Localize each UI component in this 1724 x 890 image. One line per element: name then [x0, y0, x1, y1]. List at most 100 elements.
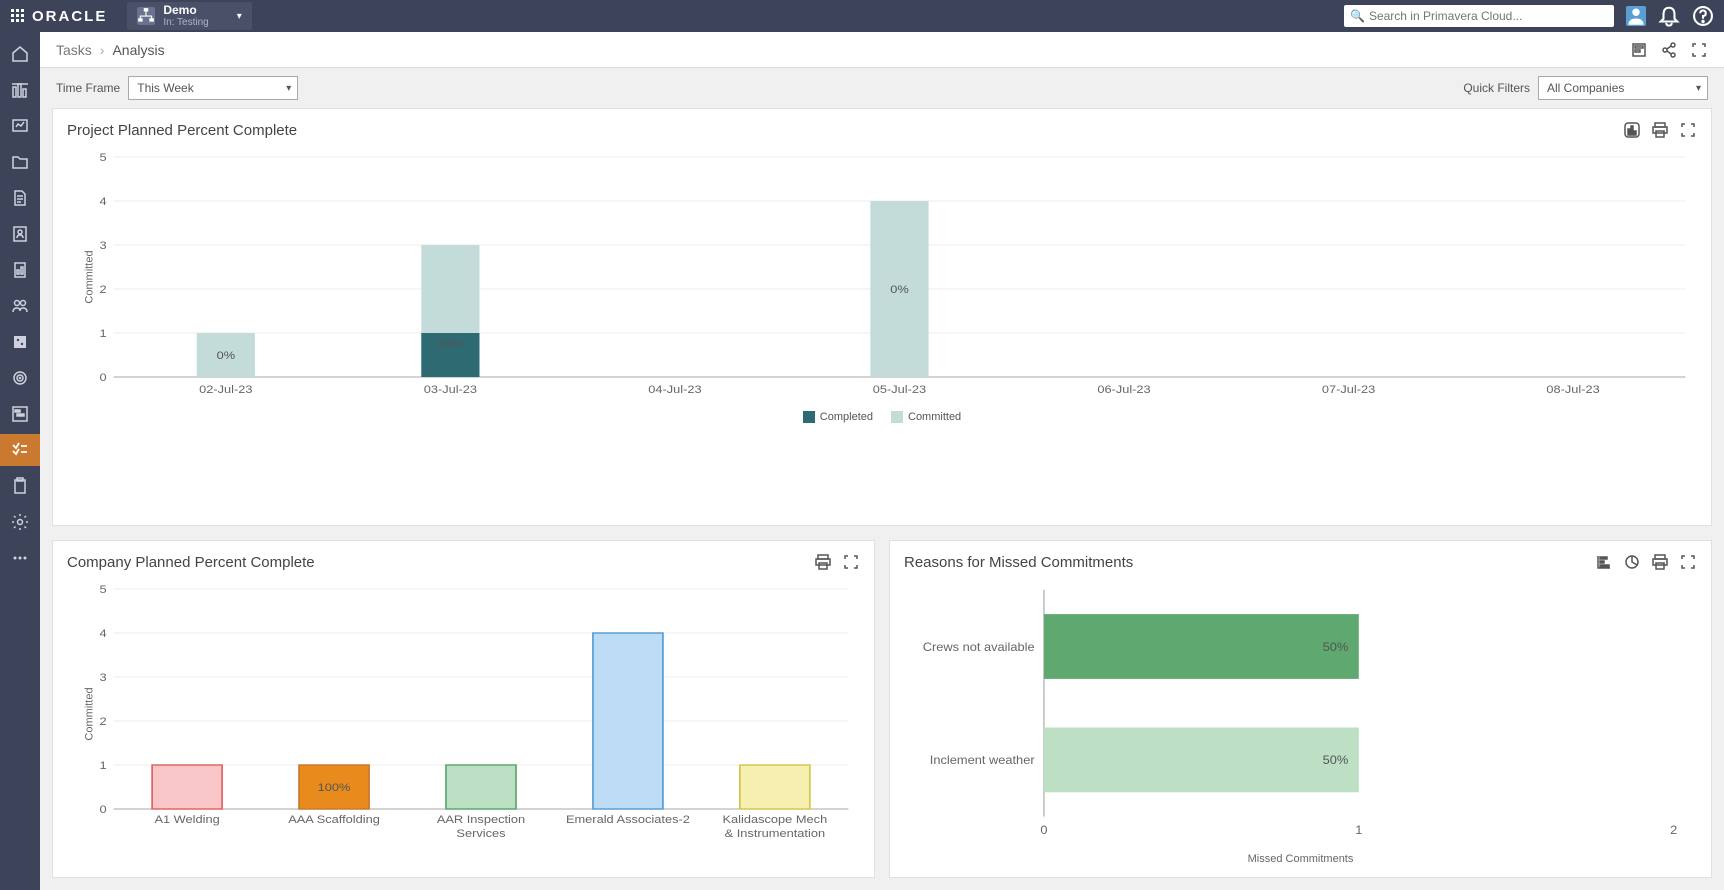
- svg-text:100%: 100%: [318, 781, 351, 794]
- svg-text:5: 5: [99, 151, 107, 164]
- svg-text:Kalidascope Mech: Kalidascope Mech: [723, 813, 828, 826]
- breadcrumb-current: Analysis: [112, 42, 164, 58]
- apps-grid-icon[interactable]: [10, 8, 26, 24]
- help-icon[interactable]: [1692, 5, 1714, 27]
- svg-text:50%: 50%: [1323, 754, 1349, 767]
- context-switcher[interactable]: Demo In: Testing ▾: [127, 2, 251, 30]
- svg-text:0%: 0%: [217, 349, 236, 362]
- sidebar-risk[interactable]: [0, 326, 40, 358]
- panel-title: Reasons for Missed Commitments: [904, 554, 1133, 571]
- pie-chart-icon[interactable]: [1623, 553, 1641, 571]
- context-subtitle: In: Testing: [163, 17, 208, 28]
- sidebar-contacts[interactable]: [0, 218, 40, 250]
- topbar: ORACLE Demo In: Testing ▾ 🔍: [0, 0, 1724, 32]
- print-icon[interactable]: [1651, 121, 1669, 139]
- svg-text:Inclement weather: Inclement weather: [930, 754, 1035, 767]
- search-box[interactable]: 🔍: [1344, 5, 1614, 27]
- svg-text:A1 Welding: A1 Welding: [154, 813, 219, 826]
- print-icon[interactable]: [1651, 553, 1669, 571]
- project-planned-chart: Committed 0 1 2 3 4 5 0% 02-Jul-23 33% 03-Jul-23 0…: [67, 147, 1697, 407]
- svg-text:4: 4: [100, 627, 108, 640]
- company-planned-panel: Company Planned Percent Complete Committ…: [52, 540, 875, 878]
- brand-text: ORACLE: [32, 8, 107, 25]
- fullscreen-icon[interactable]: [1690, 41, 1708, 59]
- sidebar-clipboard[interactable]: [0, 470, 40, 502]
- company-planned-chart: Committed 0 1 2 3 4 5 A1 Welding 100% AAA Scaffo…: [67, 579, 860, 849]
- svg-text:Emerald Associates-2: Emerald Associates-2: [566, 813, 690, 826]
- user-icon[interactable]: [1626, 6, 1646, 26]
- sidebar-portfolio[interactable]: [0, 74, 40, 106]
- svg-text:2: 2: [1670, 823, 1677, 836]
- oracle-logo: ORACLE: [10, 8, 107, 25]
- sidebar-schedule[interactable]: [0, 398, 40, 430]
- sidebar-files[interactable]: [0, 146, 40, 178]
- reasons-panel: Reasons for Missed Commitments 0 1 2 Crews …: [889, 540, 1712, 878]
- notifications-icon[interactable]: [1658, 5, 1680, 27]
- svg-text:2: 2: [100, 715, 108, 728]
- stacked-chart-icon[interactable]: [1623, 121, 1641, 139]
- search-input[interactable]: [1369, 9, 1608, 23]
- x-axis-label: Missed Commitments: [904, 853, 1697, 865]
- bar-chart-icon[interactable]: [1595, 553, 1613, 571]
- svg-text:03-Jul-23: 03-Jul-23: [424, 383, 478, 396]
- svg-text:0: 0: [1040, 823, 1047, 836]
- svg-text:3: 3: [99, 239, 107, 252]
- sidebar-home[interactable]: [0, 38, 40, 70]
- svg-text:1: 1: [99, 327, 107, 340]
- svg-text:0: 0: [100, 803, 108, 816]
- sidebar-more[interactable]: [0, 542, 40, 574]
- y-axis-label: Committed: [84, 250, 96, 303]
- svg-text:33%: 33%: [438, 337, 464, 350]
- svg-text:3: 3: [100, 671, 108, 684]
- svg-text:04-Jul-23: 04-Jul-23: [648, 383, 702, 396]
- svg-text:AAR Inspection: AAR Inspection: [437, 813, 525, 826]
- chart-legend: Completed Committed: [67, 411, 1697, 423]
- sidebar: [0, 32, 40, 890]
- sidebar-dashboard[interactable]: [0, 110, 40, 142]
- search-icon: 🔍: [1350, 9, 1365, 23]
- svg-text:4: 4: [99, 195, 107, 208]
- project-planned-panel: Project Planned Percent Complete Committ…: [52, 108, 1712, 526]
- sidebar-reports[interactable]: [0, 254, 40, 286]
- sidebar-settings[interactable]: [0, 506, 40, 538]
- svg-text:02-Jul-23: 02-Jul-23: [199, 383, 253, 396]
- svg-text:07-Jul-23: 07-Jul-23: [1322, 383, 1376, 396]
- dashboard: Project Planned Percent Complete Committ…: [40, 108, 1724, 890]
- svg-text:0: 0: [99, 371, 107, 384]
- print-icon[interactable]: [814, 553, 832, 571]
- y-axis-label: Committed: [84, 687, 96, 740]
- settings-icon[interactable]: [1630, 41, 1648, 59]
- panel-title: Project Planned Percent Complete: [67, 122, 297, 139]
- svg-text:06-Jul-23: 06-Jul-23: [1097, 383, 1151, 396]
- chevron-right-icon: ›: [100, 42, 105, 58]
- reasons-chart: 0 1 2 Crews not available 50% Inclement weath…: [904, 579, 1697, 849]
- quick-filters-dropdown[interactable]: All Companies: [1538, 76, 1708, 100]
- svg-text:1: 1: [1355, 823, 1362, 836]
- maximize-icon[interactable]: [1679, 121, 1697, 139]
- share-icon[interactable]: [1660, 41, 1678, 59]
- svg-text:AAA Scaffolding: AAA Scaffolding: [288, 813, 380, 826]
- maximize-icon[interactable]: [842, 553, 860, 571]
- svg-text:5: 5: [100, 583, 108, 596]
- panel-title: Company Planned Percent Complete: [67, 554, 315, 571]
- svg-text:05-Jul-23: 05-Jul-23: [873, 383, 927, 396]
- hierarchy-icon: [137, 7, 155, 25]
- svg-text:2: 2: [99, 283, 107, 296]
- svg-text:Crews not available: Crews not available: [923, 640, 1035, 653]
- sidebar-scope[interactable]: [0, 362, 40, 394]
- sidebar-documents[interactable]: [0, 182, 40, 214]
- maximize-icon[interactable]: [1679, 553, 1697, 571]
- svg-text:1: 1: [100, 759, 108, 772]
- chevron-down-icon: ▾: [237, 11, 242, 22]
- quick-filters-label: Quick Filters: [1463, 81, 1530, 95]
- filter-row: Time Frame This Week Quick Filters All C…: [40, 68, 1724, 108]
- context-title: Demo: [163, 4, 208, 17]
- svg-text:Services: Services: [456, 827, 505, 840]
- svg-text:50%: 50%: [1323, 640, 1349, 653]
- svg-text:08-Jul-23: 08-Jul-23: [1546, 383, 1600, 396]
- breadcrumb: Tasks › Analysis: [40, 32, 1724, 68]
- time-frame-dropdown[interactable]: This Week: [128, 76, 298, 100]
- sidebar-tasks[interactable]: [0, 434, 40, 466]
- breadcrumb-parent[interactable]: Tasks: [56, 42, 92, 58]
- sidebar-resources[interactable]: [0, 290, 40, 322]
